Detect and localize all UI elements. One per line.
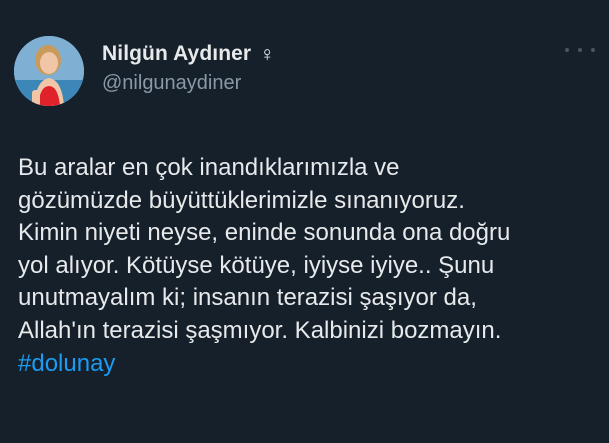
tweet-text-line: Bu aralar en çok inandıklarımızla ve (18, 154, 400, 181)
tweet-text-line: Allah'ın terazisi şaşmıyor. Kalbinizi bo… (18, 316, 502, 344)
name-row: Nilgün Aydıner ♀ (102, 40, 275, 68)
tweet-card: Nilgün Aydıner ♀ @nilgunaydiner Bu arala… (0, 0, 609, 443)
more-options-button[interactable] (565, 40, 595, 60)
display-name[interactable]: Nilgün Aydıner (102, 42, 251, 66)
tweet-text-line: unutmayalım ki; insanın terazisi şaşıyor… (18, 284, 477, 312)
author-block: Nilgün Aydıner ♀ @nilgunaydiner (102, 40, 275, 95)
avatar[interactable] (14, 36, 84, 106)
avatar-photo (14, 36, 84, 106)
female-sign-icon: ♀ (259, 42, 275, 66)
hashtag-link[interactable]: #dolunay (18, 348, 598, 381)
tweet-text-line: Kimin niyeti neyse, eninde sonunda ona d… (18, 219, 511, 247)
tweet-text-line: yol alıyor. Kötüyse kötüye, iyiyse iyiye… (18, 251, 495, 279)
tweet-text-line: gözümüzde büyüttüklerimizle sınanıyoruz. (18, 186, 465, 214)
more-horizontal-icon (565, 48, 569, 52)
tweet-text: Bu aralar en çok inandıklarımızla ve göz… (18, 152, 598, 380)
user-handle[interactable]: @nilgunaydiner (102, 72, 275, 95)
